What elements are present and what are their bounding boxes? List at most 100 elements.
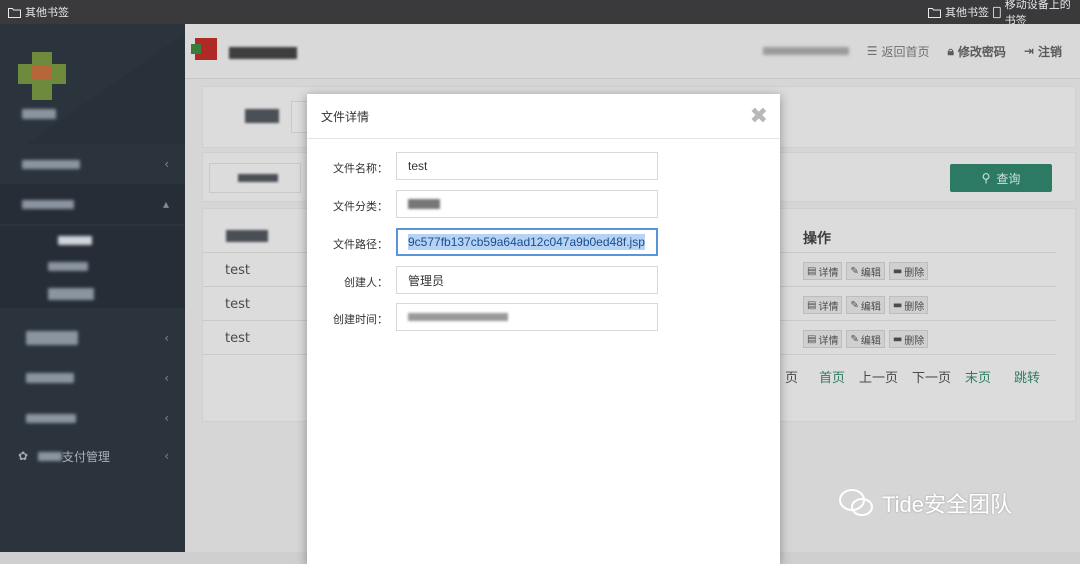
sidebar-subitem-1[interactable]: [0, 226, 185, 254]
delete-label: 删除: [904, 335, 925, 347]
field-file-name: 文件名称： test: [307, 152, 780, 182]
chevron-left-icon: ‹: [164, 331, 169, 345]
created-time-blurred: [408, 313, 508, 321]
watermark-text: Tide安全团队: [882, 492, 1012, 517]
field-label: 文件名称：: [333, 162, 388, 175]
file-path-input[interactable]: 9c577fb137cb59a64ad12c047a9b0ed48f.jsp: [396, 228, 658, 256]
field-label: 文件分类：: [333, 200, 388, 213]
logout-label: 注销: [1037, 44, 1062, 59]
wechat-icon: [839, 489, 873, 516]
avatar: [18, 52, 66, 100]
modal-header: 文件详情 ✖: [307, 94, 780, 139]
edit-label: 编辑: [860, 301, 881, 313]
site-logo: [191, 38, 217, 60]
pager-last[interactable]: 末页: [965, 367, 991, 386]
pager-next[interactable]: 下一页: [912, 367, 951, 386]
close-icon[interactable]: ✖: [750, 106, 768, 128]
bookmark-folder-other[interactable]: 其他书签: [8, 0, 69, 24]
chevron-left-icon: ‹: [164, 157, 169, 171]
detail-button[interactable]: ▤ 详情: [803, 330, 843, 348]
field-label: 创建人：: [344, 276, 388, 289]
ops-column-header: 操作: [803, 231, 831, 247]
edit-button[interactable]: ✎ 编辑: [846, 262, 885, 280]
creator-input[interactable]: 管理员: [396, 266, 658, 294]
bookmark-folder-other-right[interactable]: 其他书签: [928, 0, 989, 24]
pager-jump[interactable]: 跳转: [1014, 367, 1040, 386]
file-name-input[interactable]: test: [396, 152, 658, 180]
chevron-left-icon: ‹: [164, 449, 169, 463]
detail-label: 详情: [818, 301, 839, 313]
field-label: 文件路径：: [333, 238, 388, 251]
mobile-icon: [993, 6, 1001, 18]
sidebar-subitem-3[interactable]: [0, 280, 185, 308]
table-row-name: test: [225, 331, 250, 346]
created-time-input[interactable]: [396, 303, 658, 331]
category-value-blurred: [408, 199, 440, 209]
edit-icon: ✎: [850, 299, 859, 311]
add-button[interactable]: [209, 163, 301, 193]
sidebar-item-label: [22, 159, 80, 169]
sidebar-item-label: [22, 199, 74, 209]
pager-prev[interactable]: 上一页: [859, 367, 898, 386]
edit-button[interactable]: ✎ 编辑: [846, 330, 885, 348]
file-category-input[interactable]: [396, 190, 658, 218]
sidebar-item-4[interactable]: ‹: [0, 358, 185, 398]
edit-label: 编辑: [860, 335, 881, 347]
chevron-left-icon: ‹: [164, 371, 169, 385]
logout-link[interactable]: ⇥ 注销: [1024, 43, 1062, 60]
watermark: Tide安全团队: [838, 487, 1012, 519]
table-row-name: test: [225, 297, 250, 312]
delete-button[interactable]: ▬ 删除: [888, 262, 929, 280]
detail-button[interactable]: ▤ 详情: [803, 296, 843, 314]
field-file-path: 文件路径： 9c577fb137cb59a64ad12c047a9b0ed48f…: [307, 228, 780, 258]
book-icon: ▤: [807, 265, 817, 277]
delete-label: 删除: [904, 301, 925, 313]
modal-title: 文件详情: [321, 110, 370, 124]
field-file-category: 文件分类：: [307, 190, 780, 220]
change-password-label: 修改密码: [957, 44, 1006, 59]
change-password-link[interactable]: 🔒︎ 修改密码: [948, 43, 1006, 60]
delete-button[interactable]: ▬ 删除: [888, 296, 929, 314]
sidebar-item-label: [26, 331, 78, 345]
sidebar-subitem-2[interactable]: [0, 252, 185, 280]
pager-first[interactable]: 首页: [819, 367, 845, 386]
chevron-down-icon: ▴: [162, 197, 169, 211]
wechat-icon: ✿: [18, 449, 29, 463]
table-row-ops: ▤ 详情 ✎ 编辑 ▬ 删除: [803, 296, 929, 314]
book-icon: ▤: [807, 333, 817, 345]
sidebar-item-5[interactable]: ‹: [0, 398, 185, 438]
sidebar: ‹ ▴ ‹ ‹ ‹ ✿ 支付管理 ‹: [0, 24, 185, 552]
delete-button[interactable]: ▬ 删除: [888, 330, 929, 348]
bookmark-folder-mobile[interactable]: 移动设备上的书签: [993, 0, 1080, 27]
bookmarks-bar: 其他书签 其他书签 移动设备上的书签: [0, 0, 1080, 27]
site-name-blurred: [229, 44, 297, 63]
lock-icon: 🔒︎: [947, 43, 954, 58]
sidebar-item-2[interactable]: ▴: [0, 184, 185, 224]
sidebar-item-3[interactable]: ‹: [0, 318, 185, 358]
file-path-value: 9c577fb137cb59a64ad12c047a9b0ed48f.jsp: [408, 234, 645, 250]
back-home-link[interactable]: ☰ 返回首页: [867, 43, 930, 60]
edit-icon: ✎: [850, 333, 859, 345]
edit-icon: ✎: [850, 265, 859, 277]
logout-icon: ⇥: [1023, 44, 1034, 58]
search-button[interactable]: ⚲ 查询: [950, 164, 1052, 192]
search-button-label: 查询: [996, 171, 1021, 186]
bookmark-label: 其他书签: [945, 6, 989, 19]
bookmark-label: 其他书签: [25, 6, 69, 19]
search-icon: ⚲: [981, 171, 991, 185]
search-label-blurred: [245, 109, 279, 123]
table-row-ops: ▤ 详情 ✎ 编辑 ▬ 删除: [803, 262, 929, 280]
delete-label: 删除: [904, 267, 925, 279]
minus-icon: ▬: [892, 265, 903, 277]
header-links: ☰ 返回首页 🔒︎ 修改密码 ⇥ 注销: [762, 24, 1062, 78]
sidebar-item-payment[interactable]: ✿ 支付管理 ‹: [0, 436, 185, 476]
column-header-filename-blurred: [226, 230, 268, 242]
detail-label: 详情: [818, 335, 839, 347]
detail-button[interactable]: ▤ 详情: [803, 262, 843, 280]
edit-button[interactable]: ✎ 编辑: [846, 296, 885, 314]
sidebar-item-1[interactable]: ‹: [0, 144, 185, 184]
sidebar-item-label: [26, 373, 74, 383]
sidebar-item-label: 支付管理: [62, 449, 111, 464]
detail-label: 详情: [818, 267, 839, 279]
table-row-name: test: [225, 263, 250, 278]
